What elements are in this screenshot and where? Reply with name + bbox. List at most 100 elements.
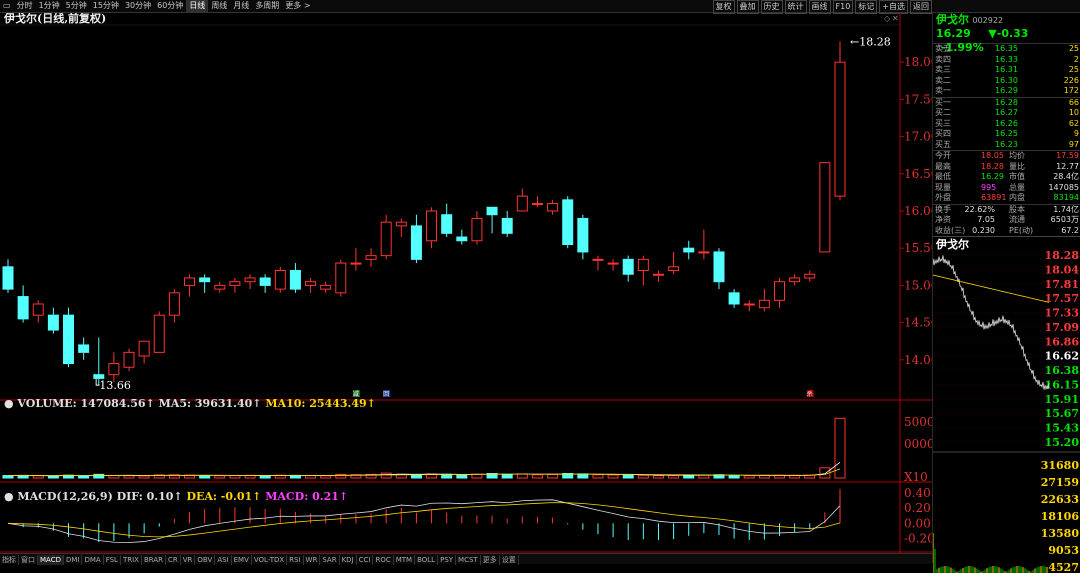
volume-bar-44[interactable] bbox=[668, 474, 680, 479]
indicator-tab-13[interactable]: VOL-TDX bbox=[252, 555, 288, 565]
indicator-tab-1[interactable]: 窗口 bbox=[19, 555, 38, 565]
candle-11[interactable] bbox=[168, 292, 180, 316]
volume-bar-41[interactable] bbox=[622, 474, 634, 479]
candle-9[interactable] bbox=[138, 340, 150, 357]
volume-bar-36[interactable] bbox=[547, 473, 559, 479]
indicator-tab-16[interactable]: SAR bbox=[320, 555, 340, 565]
timeframe-4[interactable]: 30分钟 bbox=[122, 0, 154, 12]
indicator-tab-3[interactable]: DMI bbox=[64, 555, 83, 565]
volume-bar-6[interactable] bbox=[93, 473, 105, 479]
volume-bar-20[interactable] bbox=[305, 475, 317, 479]
volume-bar-8[interactable] bbox=[123, 475, 135, 479]
indicator-tab-4[interactable]: DMA bbox=[82, 555, 104, 565]
volume-bar-3[interactable] bbox=[47, 475, 59, 479]
candle-34[interactable] bbox=[516, 195, 528, 212]
indicator-tab-17[interactable]: KDJ bbox=[340, 555, 357, 565]
candle-29[interactable] bbox=[441, 214, 453, 234]
candle-44[interactable] bbox=[668, 266, 680, 272]
candle-47[interactable] bbox=[713, 251, 725, 283]
candle-8[interactable] bbox=[123, 351, 135, 368]
candle-1[interactable] bbox=[17, 296, 29, 320]
candle-33[interactable] bbox=[501, 217, 513, 234]
candle-49[interactable] bbox=[743, 303, 755, 306]
tool-button-8[interactable]: 返回 bbox=[910, 0, 932, 14]
candle-48[interactable] bbox=[728, 292, 740, 305]
candle-18[interactable] bbox=[274, 270, 286, 290]
volume-bar-21[interactable] bbox=[320, 475, 332, 479]
indicator-tab-22[interactable]: PSY bbox=[438, 555, 457, 565]
indicator-tab-12[interactable]: EMV bbox=[232, 555, 252, 565]
candle-30[interactable] bbox=[456, 236, 468, 242]
timeframe-1[interactable]: 1分钟 bbox=[36, 0, 63, 12]
indicator-tab-24[interactable]: 更多 bbox=[481, 555, 500, 565]
candle-4[interactable] bbox=[63, 314, 75, 365]
candle-21[interactable] bbox=[320, 284, 332, 290]
candle-36[interactable] bbox=[547, 203, 559, 212]
candle-52[interactable] bbox=[789, 277, 801, 283]
tool-button-6[interactable]: 标记 bbox=[855, 0, 878, 14]
candle-40[interactable] bbox=[607, 262, 619, 265]
candle-35[interactable] bbox=[531, 203, 543, 206]
timeframe-10[interactable]: 更多 > bbox=[282, 0, 313, 12]
candle-28[interactable] bbox=[426, 210, 438, 242]
timeframe-7[interactable]: 周线 bbox=[208, 0, 230, 12]
indicator-tab-5[interactable]: FSL bbox=[104, 555, 121, 565]
timeframe-8[interactable]: 月线 bbox=[230, 0, 252, 12]
candle-3[interactable] bbox=[47, 314, 59, 331]
candle-0[interactable] bbox=[2, 266, 14, 290]
kline-chart[interactable]: 18.00 17.50 17.00 16.50 16.00 15.50 15.00 14.50… bbox=[0, 13, 932, 553]
timeframe-5[interactable]: 60分钟 bbox=[154, 0, 186, 12]
candle-54[interactable] bbox=[819, 162, 831, 253]
candle-45[interactable] bbox=[683, 247, 695, 253]
timeframe-0[interactable]: 分时 bbox=[14, 0, 36, 12]
indicator-tab-8[interactable]: CR bbox=[166, 555, 181, 565]
candle-37[interactable] bbox=[562, 199, 574, 245]
volume-bar-39[interactable] bbox=[592, 474, 604, 479]
volume-bar-9[interactable] bbox=[138, 475, 150, 479]
volume-bar-42[interactable] bbox=[637, 474, 649, 479]
candle-2[interactable] bbox=[32, 303, 44, 316]
volume-bar-14[interactable] bbox=[214, 475, 226, 479]
candle-26[interactable] bbox=[395, 221, 407, 227]
indicator-tab-11[interactable]: ASI bbox=[215, 555, 232, 565]
candle-10[interactable] bbox=[153, 314, 165, 353]
timeframe-3[interactable]: 15分钟 bbox=[90, 0, 122, 12]
volume-bar-7[interactable] bbox=[108, 475, 120, 479]
candle-20[interactable] bbox=[305, 281, 317, 286]
indicator-tab-19[interactable]: ROC bbox=[373, 555, 394, 565]
indicator-tab-18[interactable]: CCI bbox=[357, 555, 374, 565]
candle-55[interactable] bbox=[834, 61, 846, 197]
timeframe-6[interactable]: 日线 bbox=[186, 0, 209, 12]
candle-42[interactable] bbox=[637, 258, 649, 272]
candle-13[interactable] bbox=[199, 277, 211, 283]
candle-31[interactable] bbox=[471, 217, 483, 242]
candle-17[interactable] bbox=[259, 277, 271, 286]
indicator-tab-2[interactable]: MACD bbox=[38, 555, 64, 565]
candle-25[interactable] bbox=[380, 221, 392, 257]
candle-50[interactable] bbox=[758, 299, 770, 309]
tool-button-3[interactable]: 统计 bbox=[784, 0, 807, 14]
collapse-icon[interactable]: ◇ bbox=[884, 14, 891, 23]
tool-button-7[interactable]: +自选 bbox=[879, 0, 908, 14]
window-icon[interactable]: ▭ bbox=[0, 0, 14, 12]
volume-bar-35[interactable] bbox=[531, 474, 543, 479]
candle-15[interactable] bbox=[229, 281, 241, 286]
candle-7[interactable] bbox=[108, 363, 120, 376]
candle-46[interactable] bbox=[698, 251, 710, 254]
volume-bar-13[interactable] bbox=[199, 475, 211, 479]
tool-button-2[interactable]: 历史 bbox=[760, 0, 783, 14]
timeframe-9[interactable]: 多周期 bbox=[252, 0, 282, 12]
candle-12[interactable] bbox=[184, 277, 196, 286]
volume-bar-30[interactable] bbox=[456, 474, 468, 479]
indicator-tab-20[interactable]: MTM bbox=[394, 555, 416, 565]
indicator-tab-6[interactable]: TRIX bbox=[121, 555, 142, 565]
candle-41[interactable] bbox=[622, 258, 634, 275]
candle-51[interactable] bbox=[773, 281, 785, 301]
volume-bar-50[interactable] bbox=[758, 475, 770, 479]
volume-bar-5[interactable] bbox=[78, 475, 90, 479]
close-icon[interactable]: ✕ bbox=[892, 14, 899, 23]
volume-bar-15[interactable] bbox=[229, 475, 241, 479]
tool-button-1[interactable]: 叠加 bbox=[736, 0, 759, 14]
candle-43[interactable] bbox=[652, 273, 664, 276]
tool-button-4[interactable]: 画线 bbox=[808, 0, 831, 14]
